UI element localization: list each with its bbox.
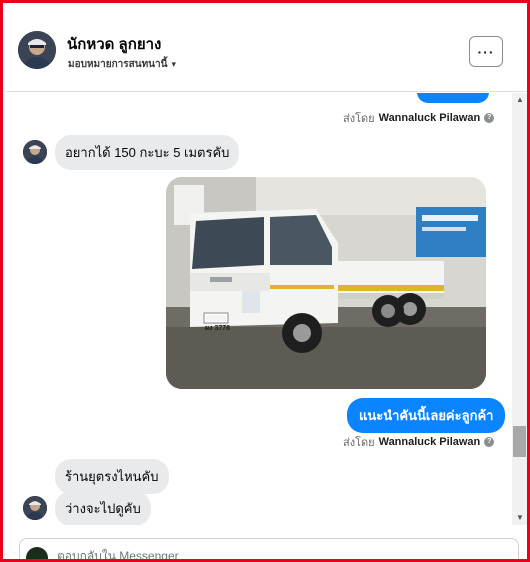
scroll-down-arrow-icon[interactable]: ▼ [512, 513, 527, 525]
reply-composer[interactable] [19, 538, 519, 559]
avatar-photo-icon [18, 31, 56, 69]
message-thread[interactable]: ส่งโดย Wannaluck Pilawan ? อยากได้ 150 ก… [6, 93, 512, 525]
avatar-photo-icon [23, 140, 47, 164]
scroll-up-arrow-icon[interactable]: ▲ [512, 95, 527, 107]
scrollbar-thumb[interactable] [513, 426, 526, 457]
sent-by-prefix: ส่งโดย [343, 113, 375, 125]
sent-by-row: ส่งโดย Wannaluck Pilawan ? [343, 109, 495, 127]
chevron-down-icon: ▾ [171, 59, 176, 69]
messenger-frame: นักหวด ลูกยาง มอบหมายการสนทนานี้ ▾ ··· ส… [0, 0, 530, 562]
conversation-header: นักหวด ลูกยาง มอบหมายการสนทนานี้ ▾ ··· [6, 6, 527, 92]
sender-name: Wannaluck Pilawan [378, 436, 481, 448]
truck-image-icon [166, 177, 486, 389]
info-icon[interactable]: ? [484, 113, 495, 123]
contact-avatar[interactable] [18, 31, 56, 69]
contact-avatar-small [23, 140, 47, 164]
reply-input[interactable] [57, 549, 357, 559]
info-icon[interactable]: ? [484, 437, 495, 447]
message-bubble-incoming: ร้านยุตรงไหนคับ [55, 459, 169, 494]
more-options-button[interactable]: ··· [469, 36, 503, 67]
contact-name[interactable]: นักหวด ลูกยาง [67, 32, 161, 56]
thread-scrollbar[interactable] [512, 93, 527, 525]
avatar-photo-icon [23, 496, 47, 520]
contact-avatar-small [23, 496, 47, 520]
sender-name: Wannaluck Pilawan [378, 112, 481, 124]
page-avatar-icon [26, 547, 48, 559]
sent-by-prefix: ส่งโดย [343, 437, 375, 449]
sent-by-row: ส่งโดย Wannaluck Pilawan ? [343, 433, 495, 451]
assign-label: มอบหมายการสนทนานี้ [68, 59, 168, 70]
message-bubble-outgoing-partial [417, 93, 489, 103]
message-bubble-incoming: อยากได้ 150 กะบะ 5 เมตรคับ [55, 135, 240, 170]
assign-conversation-dropdown[interactable]: มอบหมายการสนทนานี้ ▾ [68, 57, 176, 72]
truck-photo[interactable]: ผง 3778 [166, 177, 486, 389]
license-plate: ผง 3778 [205, 325, 231, 332]
message-bubble-outgoing: แนะนำคันนี้เลยค่ะลูกค้า [347, 398, 506, 433]
message-bubble-incoming: ว่างจะไปดูคับ [55, 491, 151, 525]
